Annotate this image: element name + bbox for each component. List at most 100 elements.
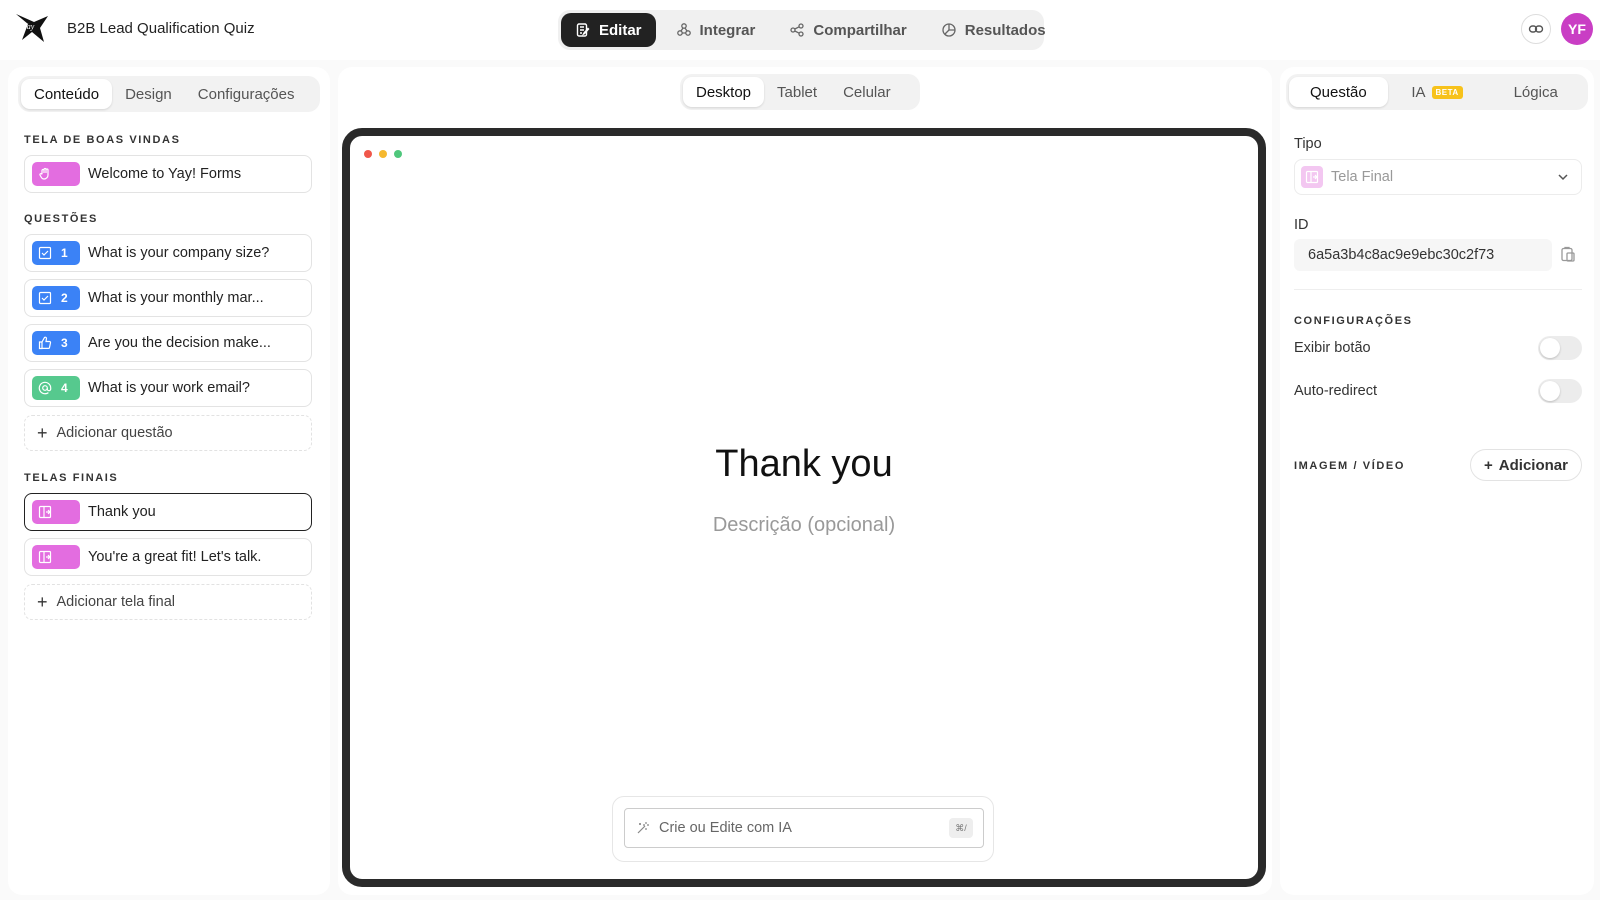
tab-content[interactable]: Conteúdo bbox=[21, 79, 113, 109]
auto-redirect-label: Auto-redirect bbox=[1294, 383, 1378, 399]
question-item-3[interactable]: 3 Are you the decision make... bbox=[24, 324, 312, 362]
ending-item-2[interactable]: You're a great fit! Let's talk. bbox=[24, 538, 312, 576]
question-item-4[interactable]: 4 What is your work email? bbox=[24, 369, 312, 407]
exit-screen-icon bbox=[38, 550, 52, 564]
show-button-label: Exibir botão bbox=[1294, 340, 1371, 356]
copy-link-button[interactable] bbox=[1521, 14, 1551, 44]
results-icon bbox=[942, 23, 956, 37]
hand-wave-icon bbox=[39, 167, 49, 180]
auto-redirect-toggle[interactable] bbox=[1538, 379, 1582, 403]
show-button-toggle[interactable] bbox=[1538, 336, 1582, 360]
question-number: 3 bbox=[61, 336, 68, 350]
question-badge: 2 bbox=[32, 286, 80, 310]
desktop-preview-frame: Thank you Descrição (opcional) Crie ou E… bbox=[342, 128, 1266, 887]
question-badge: 3 bbox=[32, 331, 80, 355]
exit-screen-icon bbox=[38, 505, 52, 519]
type-select[interactable]: Tela Final bbox=[1294, 159, 1582, 195]
tab-share[interactable]: Compartilhar bbox=[775, 13, 920, 47]
tab-results-label: Resultados bbox=[964, 21, 1046, 39]
ending-badge bbox=[32, 545, 80, 569]
properties-panel: Questão IA BETA Lógica Tipo Tela Final I… bbox=[1280, 67, 1594, 895]
device-tabs: Desktop Tablet Celular bbox=[680, 74, 920, 110]
svg-text:Yay: Yay bbox=[23, 22, 35, 31]
divider bbox=[1294, 289, 1582, 290]
properties-tabs: Questão IA BETA Lógica bbox=[1286, 74, 1588, 110]
tab-settings[interactable]: Configurações bbox=[185, 79, 308, 109]
ai-placeholder: Crie ou Edite com IA bbox=[659, 820, 792, 836]
tab-design[interactable]: Design bbox=[112, 79, 185, 109]
add-ending-label: Adicionar tela final bbox=[56, 594, 176, 610]
question-number: 4 bbox=[61, 381, 68, 395]
settings-section-title: CONFIGURAÇÕES bbox=[1294, 315, 1413, 327]
user-avatar[interactable]: YF bbox=[1561, 13, 1593, 45]
welcome-section-title: TELA DE BOAS VINDAS bbox=[24, 134, 181, 146]
thumbs-up-icon bbox=[38, 336, 52, 350]
question-label: What is your monthly mar... bbox=[88, 290, 264, 306]
plus-icon: + bbox=[1484, 456, 1493, 474]
tab-ai[interactable]: IA BETA bbox=[1388, 77, 1487, 107]
questions-section-title: QUESTÕES bbox=[24, 213, 98, 225]
id-field[interactable]: 6a5a3b4c8ac9e9ebc30c2f73 bbox=[1294, 239, 1552, 271]
welcome-badge bbox=[32, 162, 80, 186]
id-label: ID bbox=[1294, 217, 1309, 233]
add-question-button[interactable]: + Adicionar questão bbox=[24, 415, 312, 451]
tab-desktop[interactable]: Desktop bbox=[683, 77, 765, 107]
link-icon bbox=[1528, 25, 1544, 33]
top-bar: Yay B2B Lead Qualification Quiz Editar I… bbox=[0, 0, 1600, 60]
tab-ai-label: IA bbox=[1411, 83, 1426, 101]
green-dot bbox=[394, 150, 402, 158]
question-number: 2 bbox=[61, 291, 68, 305]
sidebar-tabs: Conteúdo Design Configurações bbox=[18, 76, 320, 112]
checkbox-icon bbox=[38, 246, 52, 260]
question-label: What is your company size? bbox=[88, 245, 270, 261]
form-title[interactable]: B2B Lead Qualification Quiz bbox=[67, 20, 255, 37]
yay-logo[interactable]: Yay bbox=[14, 10, 50, 46]
window-dots bbox=[364, 150, 402, 158]
preview-area: Desktop Tablet Celular Thank you Descriç… bbox=[338, 67, 1272, 895]
question-label: What is your work email? bbox=[88, 380, 250, 396]
tab-edit[interactable]: Editar bbox=[561, 13, 656, 47]
integrate-icon bbox=[676, 23, 691, 36]
question-label: Are you the decision make... bbox=[88, 335, 271, 351]
welcome-screen-item[interactable]: Welcome to Yay! Forms bbox=[24, 155, 312, 193]
question-item-1[interactable]: 1 What is your company size? bbox=[24, 234, 312, 272]
question-number: 1 bbox=[61, 246, 68, 260]
add-media-button[interactable]: + Adicionar bbox=[1470, 449, 1582, 481]
clipboard-icon[interactable] bbox=[1559, 245, 1577, 263]
tab-results[interactable]: Resultados bbox=[927, 13, 1060, 47]
tab-share-label: Compartilhar bbox=[813, 21, 907, 39]
tab-edit-label: Editar bbox=[599, 21, 642, 39]
add-ending-button[interactable]: + Adicionar tela final bbox=[24, 584, 312, 620]
question-badge: 4 bbox=[32, 376, 80, 400]
type-label: Tipo bbox=[1294, 136, 1322, 152]
tab-integrate[interactable]: Integrar bbox=[662, 13, 770, 47]
add-question-label: Adicionar questão bbox=[56, 425, 173, 441]
add-media-label: Adicionar bbox=[1498, 456, 1568, 474]
magic-wand-icon bbox=[637, 822, 649, 834]
tab-tablet[interactable]: Tablet bbox=[764, 77, 830, 107]
tab-question[interactable]: Questão bbox=[1289, 77, 1388, 107]
checkbox-icon bbox=[38, 291, 52, 305]
ai-prompt-input[interactable]: Crie ou Edite com IA ⌘/ bbox=[624, 808, 984, 848]
edit-icon bbox=[576, 23, 590, 37]
endings-section-title: TELAS FINAIS bbox=[24, 472, 119, 484]
tab-integrate-label: Integrar bbox=[699, 21, 756, 39]
ending-title[interactable]: Thank you bbox=[350, 443, 1258, 486]
exit-screen-icon bbox=[1301, 166, 1323, 188]
type-value: Tela Final bbox=[1331, 169, 1394, 185]
red-dot bbox=[364, 150, 372, 158]
shortcut-hint: ⌘/ bbox=[949, 818, 973, 838]
tab-logic[interactable]: Lógica bbox=[1486, 77, 1585, 107]
tab-mobile[interactable]: Celular bbox=[830, 77, 904, 107]
question-item-2[interactable]: 2 What is your monthly mar... bbox=[24, 279, 312, 317]
ending-label: You're a great fit! Let's talk. bbox=[88, 549, 262, 565]
chevron-down-icon bbox=[1558, 174, 1568, 181]
ending-item-1[interactable]: Thank you bbox=[24, 493, 312, 531]
at-sign-icon bbox=[38, 381, 52, 395]
ending-label: Thank you bbox=[88, 504, 156, 520]
plus-icon: + bbox=[37, 422, 48, 443]
content-sidebar: Conteúdo Design Configurações TELA DE BO… bbox=[8, 67, 330, 895]
ai-prompt-box: Crie ou Edite com IA ⌘/ bbox=[612, 796, 994, 862]
ending-description[interactable]: Descrição (opcional) bbox=[350, 514, 1258, 537]
question-badge: 1 bbox=[32, 241, 80, 265]
